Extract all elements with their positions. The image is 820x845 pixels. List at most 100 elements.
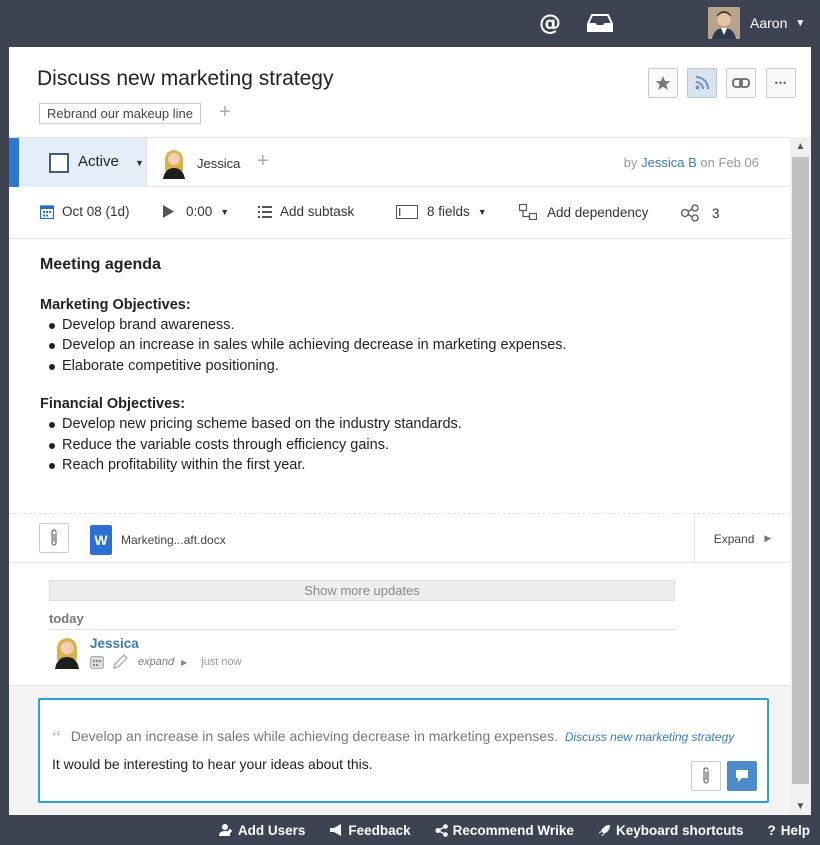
quote-source-link[interactable]: Discuss new marketing strategy [565, 730, 734, 744]
parent-folder-tag[interactable]: Rebrand our makeup line [39, 103, 201, 124]
scrollbar-thumb[interactable] [792, 157, 809, 784]
date-picker[interactable]: Oct 08 (1d) [40, 204, 130, 219]
author-info: by Jessica B on Feb 06 [624, 155, 759, 170]
day-label: today [49, 611, 84, 626]
fields-icon [396, 204, 418, 219]
chevron-down-icon: ▼ [477, 206, 487, 217]
megaphone-icon [329, 824, 343, 836]
task-panel: Discuss new marketing strategy Rebrand o… [9, 47, 811, 815]
play-icon [163, 205, 174, 218]
task-title[interactable]: Discuss new marketing strategy [37, 67, 333, 91]
shares-button[interactable]: 3 [680, 204, 720, 222]
task-meta-row: Oct 08 (1d) 0:00 ▼ Add subtask 8 fields … [9, 187, 790, 239]
fields-label: 8 fields [427, 204, 470, 219]
status-checkbox[interactable] [49, 153, 69, 173]
inbox-icon[interactable] [585, 8, 615, 38]
help-label: Help [780, 822, 810, 838]
star-button[interactable] [648, 68, 678, 98]
list-item: Reach profitability within the first yea… [40, 455, 780, 475]
footer: Add Users Feedback Recommend Wrike Keybo… [0, 815, 820, 845]
add-dependency-label: Add dependency [547, 204, 649, 220]
question-icon: ? [767, 822, 776, 838]
top-bar: @ Aaron ▼ [0, 0, 820, 47]
at-icon[interactable]: @ [536, 8, 564, 38]
scrollbar[interactable]: ▲ ▼ [790, 137, 811, 815]
bullet-list: Develop new pricing scheme based on the … [40, 414, 780, 475]
list-item: Develop new pricing scheme based on the … [40, 414, 780, 434]
add-folder-icon[interactable]: + [219, 101, 231, 124]
add-user-icon [218, 823, 233, 837]
comment-input[interactable]: “ Develop an increase in sales while ach… [38, 698, 769, 803]
list-item: Reduce the variable costs through effici… [40, 435, 780, 455]
user-menu[interactable]: Aaron ▼ [708, 7, 805, 39]
update-meta: expand ▶ just now [90, 654, 242, 670]
date-value: Oct 08 (1d) [62, 204, 130, 219]
timer-value: 0:00 [186, 204, 213, 219]
bullet-list: Develop brand awareness. Develop an incr… [40, 315, 780, 376]
add-users-label: Add Users [237, 822, 306, 838]
keyboard-shortcuts-link[interactable]: Keyboard shortcuts [598, 822, 744, 838]
quote-icon: “ [52, 727, 61, 749]
calendar-icon [90, 655, 104, 669]
add-dependency-button[interactable]: Add dependency [519, 204, 648, 220]
list-item: Develop brand awareness. [40, 315, 780, 335]
send-comment-button[interactable] [727, 761, 757, 791]
follow-button[interactable] [687, 68, 717, 98]
status-dropdown[interactable]: Active ▼ [9, 138, 147, 187]
quoted-text: “ Develop an increase in sales while ach… [52, 724, 734, 749]
attachment-file[interactable]: W Marketing...aft.docx [90, 525, 226, 555]
section-title: Financial Objectives: [40, 396, 186, 413]
add-assignee-icon[interactable]: + [257, 150, 269, 173]
feedback-link[interactable]: Feedback [329, 823, 411, 838]
quote-text: Develop an increase in sales while achie… [70, 728, 558, 744]
add-subtask-label: Add subtask [280, 204, 355, 219]
task-description[interactable]: Meeting agenda Marketing Objectives: Dev… [40, 255, 780, 493]
update-author[interactable]: Jessica [90, 636, 139, 651]
assignee[interactable]: Jessica [161, 147, 240, 179]
assignee-name: Jessica [197, 155, 241, 171]
show-more-updates-button[interactable]: Show more updates [49, 580, 675, 601]
word-doc-icon: W [90, 525, 112, 555]
avatar [708, 7, 740, 39]
share-icon [435, 823, 448, 837]
section-title: Marketing Objectives: [40, 297, 191, 313]
author-link[interactable]: Jessica B [641, 155, 697, 170]
more-button[interactable]: ••• [766, 68, 796, 98]
chevron-down-icon: ▼ [135, 158, 144, 168]
paperclip-icon [49, 529, 59, 547]
chevron-right-icon: ▶ [764, 533, 772, 543]
dependency-icon [519, 204, 537, 220]
update-expand-link[interactable]: expand [138, 656, 174, 668]
chevron-down-icon: ▼ [795, 17, 806, 29]
add-subtask-button[interactable]: Add subtask [258, 204, 354, 219]
file-name: Marketing...aft.docx [121, 533, 226, 547]
recommend-link[interactable]: Recommend Wrike [435, 823, 574, 838]
comment-area: “ Develop an increase in sales while ach… [9, 685, 790, 815]
attach-button[interactable] [39, 523, 69, 553]
calendar-icon [40, 204, 54, 219]
add-users-link[interactable]: Add Users [218, 822, 306, 838]
list-item: Develop an increase in sales while achie… [40, 335, 780, 355]
status-row: Active ▼ Jessica + by Jessica B on Feb 0… [9, 137, 790, 187]
subtask-list-icon [258, 205, 272, 218]
timer[interactable]: 0:00 ▼ [163, 204, 229, 219]
avatar [161, 147, 187, 179]
expand-attachments-button[interactable]: Expand ▶ [694, 514, 790, 563]
scroll-up-icon[interactable]: ▲ [790, 137, 811, 155]
scroll-down-icon[interactable]: ▼ [790, 797, 811, 815]
help-link[interactable]: ? Help [767, 823, 810, 838]
comment-text[interactable]: It would be interesting to hear your ide… [52, 756, 373, 772]
link-button[interactable] [726, 68, 756, 98]
divider [49, 629, 675, 630]
shortcuts-label: Keyboard shortcuts [615, 822, 744, 838]
expand-label: Expand [713, 531, 755, 546]
custom-fields-button[interactable]: 8 fields ▼ [396, 204, 487, 219]
user-name: Aaron [750, 15, 788, 31]
recommend-label: Recommend Wrike [452, 822, 574, 838]
pencil-icon [112, 654, 128, 670]
comment-attach-button[interactable] [691, 761, 721, 791]
paperclip-icon [701, 767, 711, 785]
link-icon [732, 78, 750, 88]
comment-bubble-icon [735, 769, 749, 783]
chevron-right-icon: ▶ [181, 657, 188, 667]
